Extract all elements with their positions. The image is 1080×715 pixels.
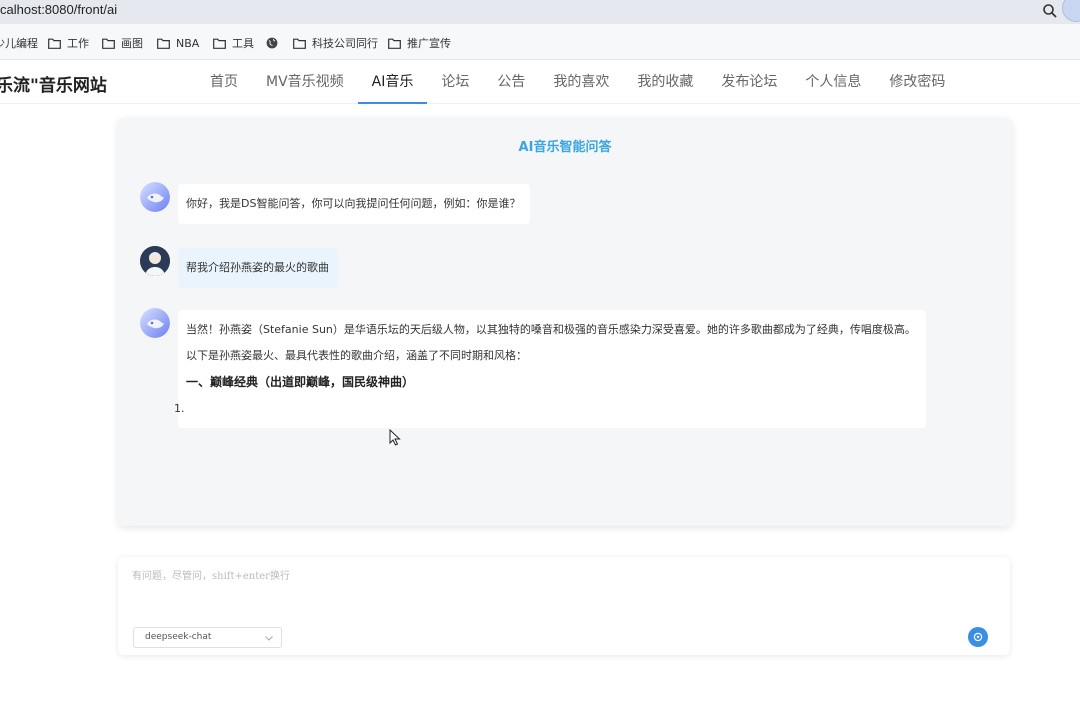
reply-list-marker: 1. xyxy=(174,402,185,415)
user-avatar-icon xyxy=(140,246,170,276)
folder-icon xyxy=(102,38,115,49)
folder-icon xyxy=(157,38,170,49)
bookmark-item[interactable]: 推广宣传 xyxy=(388,35,451,51)
bookmark-label: 画图 xyxy=(121,37,143,50)
question-input[interactable] xyxy=(132,567,992,617)
url-text[interactable]: calhost:8080/front/ai xyxy=(0,2,117,17)
mouse-cursor-icon xyxy=(389,429,401,446)
bookmark-item[interactable]: NBA xyxy=(157,35,199,51)
zoom-icon[interactable] xyxy=(1042,3,1058,19)
nav-item-forum[interactable]: 论坛 xyxy=(427,60,483,104)
model-select-value: deepseek-chat xyxy=(145,632,212,642)
reply-paragraph: 当然！孙燕姿（Stefanie Sun）是华语乐坛的天后级人物，以其独特的嗓音和… xyxy=(186,323,916,336)
bookmark-label: 工作 xyxy=(67,37,89,50)
nav-item-post-forum[interactable]: 发布论坛 xyxy=(707,60,791,104)
bookmark-item[interactable]: 画图 xyxy=(102,35,143,51)
bookmark-label: NBA xyxy=(176,36,200,50)
globe-icon xyxy=(266,37,278,49)
main-nav: 首页 MV音乐视频 AI音乐 论坛 公告 我的喜欢 我的收藏 发布论坛 个人信息… xyxy=(196,60,959,104)
nav-item-announcement[interactable]: 公告 xyxy=(483,60,539,104)
chat-panel: AI音乐智能问答 你好，我是DS智能问答，你可以向我提问任何问题，例如：你是谁？… xyxy=(118,118,1012,526)
bookmark-label: 少儿编程 xyxy=(0,37,38,50)
chat-input-panel: deepseek-chat xyxy=(118,557,1010,655)
assistant-reply-bubble: 当然！孙燕姿（Stefanie Sun）是华语乐坛的天后级人物，以其独特的嗓音和… xyxy=(174,310,926,428)
chevron-down-icon xyxy=(265,636,273,641)
bookmark-item[interactable]: 工具 xyxy=(213,35,254,51)
bookmark-label: 推广宣传 xyxy=(407,37,451,50)
bookmark-label: 科技公司同行 xyxy=(312,37,378,50)
bookmark-item[interactable]: 科技公司同行 xyxy=(293,35,378,51)
assistant-avatar-icon xyxy=(140,182,170,212)
nav-item-my-favorites[interactable]: 我的收藏 xyxy=(623,60,707,104)
folder-icon xyxy=(388,38,401,49)
send-icon xyxy=(973,632,983,642)
send-button[interactable] xyxy=(968,627,988,647)
bookmark-item[interactable]: 少儿编程 xyxy=(0,35,38,51)
site-header: 乐流"音乐网站 首页 MV音乐视频 AI音乐 论坛 公告 我的喜欢 我的收藏 发… xyxy=(0,60,1080,104)
chat-title: AI音乐智能问答 xyxy=(518,140,612,155)
model-select[interactable]: deepseek-chat xyxy=(133,627,282,648)
bookmark-item[interactable]: 工作 xyxy=(48,35,89,51)
nav-item-ai-music[interactable]: AI音乐 xyxy=(357,60,428,104)
folder-icon xyxy=(213,38,226,49)
folder-icon xyxy=(48,38,61,49)
nav-item-change-password[interactable]: 修改密码 xyxy=(875,60,959,104)
user-message-bubble: 帮我介绍孙燕姿的最火的歌曲 xyxy=(178,248,338,288)
nav-item-profile[interactable]: 个人信息 xyxy=(791,60,875,104)
bookmarks-bar: 少儿编程 工作 画图 NBA 工具 科技公司同行 推广宣传 xyxy=(0,24,1080,60)
assistant-avatar-icon xyxy=(140,308,170,338)
site-brand[interactable]: 乐流"音乐网站 xyxy=(0,71,107,96)
assistant-message-bubble: 你好，我是DS智能问答，你可以向我提问任何问题，例如：你是谁？ xyxy=(178,184,530,224)
reply-heading: 一、巅峰经典（出道即巅峰，国民级神曲） xyxy=(186,375,415,389)
bookmark-label: 工具 xyxy=(232,37,254,50)
profile-avatar[interactable] xyxy=(1062,0,1080,22)
bookmark-item[interactable] xyxy=(266,35,284,51)
nav-item-my-likes[interactable]: 我的喜欢 xyxy=(539,60,623,104)
nav-item-mv[interactable]: MV音乐视频 xyxy=(252,60,358,104)
reply-paragraph: 以下是孙燕姿最火、最具代表性的歌曲介绍，涵盖了不同时期和风格： xyxy=(186,349,527,362)
browser-address-bar: calhost:8080/front/ai xyxy=(0,0,1080,24)
nav-item-home[interactable]: 首页 xyxy=(196,60,252,104)
folder-icon xyxy=(293,38,306,49)
